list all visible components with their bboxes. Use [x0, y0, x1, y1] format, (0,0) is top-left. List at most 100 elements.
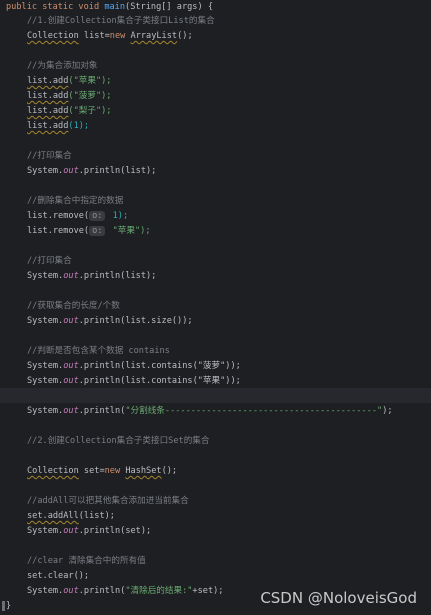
println-call: .println(list.size());	[78, 316, 193, 326]
code-line-println[interactable]: System.out.println(list.contains("苹果"));	[0, 374, 431, 388]
out-field: out	[63, 361, 79, 371]
comment-line[interactable]: //删除集合中指定的数据	[0, 194, 431, 208]
call-list-add: list.add	[27, 91, 69, 101]
comment-text: //1.创建Collection集合子类接口List的集合	[27, 16, 215, 26]
punct: ();	[177, 31, 193, 41]
comment-text: //判断是否包含某个数据 contains	[27, 346, 170, 356]
call-list-remove: list.remove(	[27, 211, 90, 221]
method-keywords: public static void	[6, 2, 100, 12]
addall-argument: (list);	[78, 511, 115, 521]
println-call: .println(list.contains("苹果"));	[78, 376, 241, 386]
keyword-new: new	[104, 466, 121, 476]
fold-marker-icon[interactable]	[2, 601, 5, 611]
var-set: set=	[78, 466, 105, 476]
code-line-addall[interactable]: set.addAll(list);	[0, 509, 431, 523]
comment-text: //获取集合的长度/个数	[27, 301, 120, 311]
code-line-add[interactable]: list.add("菠萝");	[0, 89, 431, 103]
system-class: System.	[27, 361, 64, 371]
comment-line[interactable]: //获取集合的长度/个数	[0, 299, 431, 313]
call-list-add: list.add	[27, 121, 69, 131]
code-line-list-declaration[interactable]: Collection list=new ArrayList();	[0, 29, 431, 43]
comment-text: //addAll可以把其他集合添加进当前集合	[27, 496, 189, 506]
comment-text: //打印集合	[27, 151, 72, 161]
system-class: System.	[27, 376, 64, 386]
code-line-set-declaration[interactable]: Collection set=new HashSet();	[0, 464, 431, 478]
watermark: CSDN @NoloveisGod	[260, 589, 417, 607]
closing-brace: }	[6, 601, 12, 611]
type-collection: Collection	[27, 31, 79, 41]
comment-text: //为集合添加对象	[27, 61, 98, 71]
current-line-highlight[interactable]	[0, 388, 431, 403]
punct: );	[382, 406, 393, 416]
var-list: list=	[78, 31, 110, 41]
out-field: out	[63, 586, 79, 596]
remove-argument: 1);	[107, 211, 129, 221]
code-line-println[interactable]: System.out.println(list.size());	[0, 314, 431, 328]
out-field: out	[63, 271, 79, 281]
comment-text: //删除集合中指定的数据	[27, 196, 124, 206]
system-class: System.	[27, 406, 64, 416]
out-field: out	[63, 166, 79, 176]
add-argument: ("菠萝");	[68, 91, 112, 101]
code-line-println[interactable]: System.out.println("分割线条----------------…	[0, 404, 431, 418]
method-name: main	[104, 2, 126, 12]
println-call: .println(list.contains("菠萝"));	[78, 361, 241, 371]
call-list-add: list.add	[27, 106, 69, 116]
println-call: .println(	[78, 406, 126, 416]
println-call: .println(set);	[78, 526, 152, 536]
comment-line[interactable]: //1.创建Collection集合子类接口List的集合	[0, 14, 431, 28]
code-line-add[interactable]: list.add(1);	[0, 119, 431, 133]
code-line-method-signature[interactable]: public static void main(String[] args) {	[0, 0, 431, 14]
code-line-remove[interactable]: list.remove(o: "苹果");	[0, 224, 431, 238]
comment-line[interactable]: //为集合添加对象	[0, 59, 431, 73]
separator-string: "分割线条-----------------------------------…	[125, 406, 383, 416]
comment-line[interactable]: //addAll可以把其他集合添加进当前集合	[0, 494, 431, 508]
system-class: System.	[27, 526, 64, 536]
comment-line[interactable]: //clear 清除集合中的所有值	[0, 554, 431, 568]
punct: ();	[161, 466, 178, 476]
code-line-clear[interactable]: set.clear();	[0, 569, 431, 583]
println-call: .println(list);	[78, 166, 157, 176]
out-field: out	[63, 376, 79, 386]
code-line-add[interactable]: list.add("梨子");	[0, 104, 431, 118]
comment-line[interactable]: //2.创建Collection集合子类接口Set的集合	[0, 434, 431, 448]
out-field: out	[63, 526, 79, 536]
type-collection: Collection	[27, 466, 79, 476]
comment-line[interactable]: //打印集合	[0, 149, 431, 163]
comment-text: //2.创建Collection集合子类接口Set的集合	[27, 436, 210, 446]
type-hashset: HashSet	[125, 466, 162, 476]
comment-line[interactable]: //判断是否包含某个数据 contains	[0, 344, 431, 358]
system-class: System.	[27, 586, 64, 596]
add-argument: ("苹果");	[68, 76, 112, 86]
println-call: .println(	[78, 586, 126, 596]
comment-text: //clear 清除集合中的所有值	[27, 556, 146, 566]
parameter-hint: o:	[89, 226, 106, 236]
code-line-println[interactable]: System.out.println(list.contains("菠萝"));	[0, 359, 431, 373]
out-field: out	[63, 316, 79, 326]
call-list-add: list.add	[27, 76, 69, 86]
punct: +set);	[192, 586, 224, 596]
comment-text: //打印集合	[27, 256, 72, 266]
system-class: System.	[27, 271, 64, 281]
remove-argument: "苹果");	[107, 226, 151, 236]
println-call: .println(list);	[78, 271, 157, 281]
method-params: (String[] args) {	[125, 2, 213, 12]
system-class: System.	[27, 166, 64, 176]
code-line-add[interactable]: list.add("苹果");	[0, 74, 431, 88]
final-string: "清除后的结果:"	[125, 586, 193, 596]
code-line-remove[interactable]: list.remove(o: 1);	[0, 209, 431, 223]
code-line-println[interactable]: System.out.println(list);	[0, 269, 431, 283]
parameter-hint: o:	[89, 211, 106, 221]
call-list-remove: list.remove(	[27, 226, 90, 236]
system-class: System.	[27, 316, 64, 326]
out-field: out	[63, 406, 79, 416]
add-argument: (1);	[68, 121, 90, 131]
code-line-println[interactable]: System.out.println(list);	[0, 164, 431, 178]
code-line-println[interactable]: System.out.println(set);	[0, 524, 431, 538]
keyword-new: new	[109, 31, 126, 41]
comment-line[interactable]: //打印集合	[0, 254, 431, 268]
type-arraylist: ArrayList	[130, 31, 178, 41]
add-argument: ("梨子");	[68, 106, 112, 116]
call-set-clear: set.clear();	[27, 571, 90, 581]
call-set-addall: set.addAll	[27, 511, 79, 521]
